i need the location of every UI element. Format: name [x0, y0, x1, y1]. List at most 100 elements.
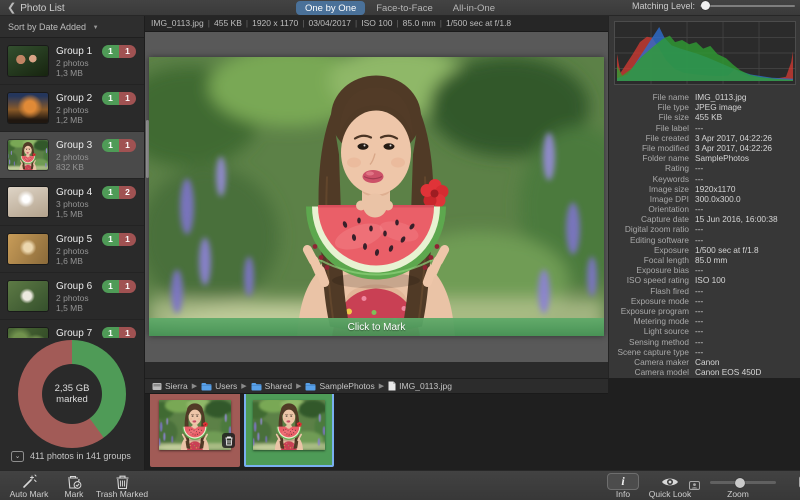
info-row: File type JPEG image [609, 102, 800, 112]
info-field-label: File size [658, 112, 689, 123]
info-field-value: --- [695, 122, 704, 133]
info-field-value: --- [695, 265, 704, 276]
info-row: File created 3 Apr 2017, 04:22:26 [609, 133, 800, 143]
info-field-value: 3 Apr 2017, 04:22:26 [695, 142, 773, 153]
info-field-value: --- [695, 224, 704, 235]
group-name: Group 6 [56, 281, 93, 292]
info-field-label: Camera model [634, 367, 689, 378]
breadcrumb-item-samplephotos[interactable]: SamplePhotos [305, 381, 375, 391]
back-button[interactable]: ❮ Photo List [7, 1, 65, 15]
info-field-label: Light source [643, 326, 689, 337]
meta-separator: | [245, 18, 249, 28]
trash-marked-label: Trash Marked [95, 489, 149, 499]
meta-item: 1/500 sec at f/1.8 [445, 18, 512, 28]
breadcrumb-item-sierra[interactable]: Sierra [152, 381, 188, 391]
group-badge: 12 [102, 186, 136, 199]
kept-count: 1 [102, 186, 119, 199]
info-button[interactable]: i Info [606, 473, 640, 499]
eye-icon [661, 473, 679, 490]
group-size: 1,3 MB [56, 68, 83, 78]
click-to-mark-bar[interactable]: Click to Mark [149, 318, 604, 336]
group-row-7[interactable]: Group 72 photos11 [0, 320, 144, 338]
group-photo-count: 2 photos [56, 293, 89, 303]
group-thumbnail [8, 234, 48, 264]
zoom-slider-knob[interactable] [734, 477, 745, 488]
file-path-breadcrumb: Sierra ▶ Users ▶ Shared ▶ SamplePhotos ▶ IMG_011… [145, 378, 608, 394]
tab-face-to-face[interactable]: Face-to-Face [367, 1, 442, 15]
kept-count: 1 [102, 280, 119, 293]
marked-count: 1 [119, 92, 136, 105]
group-badge: 11 [102, 280, 136, 293]
info-row: Exposure mode --- [609, 296, 800, 306]
info-field-value: --- [695, 326, 704, 337]
thumbnail-marked[interactable] [150, 383, 240, 467]
auto-mark-button[interactable]: Auto Mark [6, 473, 52, 499]
group-size: 1,2 MB [56, 115, 83, 125]
trash-marked-button[interactable]: Trash Marked [94, 473, 150, 499]
quick-look-button[interactable]: Quick Look [646, 473, 694, 499]
info-field-label: Camera maker [634, 356, 689, 367]
group-row-3[interactable]: Group 32 photos 832 KB 1 1 [0, 132, 144, 179]
group-photo-count: 3 photos [56, 199, 89, 209]
group-badge: 11 [102, 139, 136, 152]
info-field-label: Exposure program [620, 305, 689, 316]
breadcrumb-label: Shared [264, 381, 293, 391]
group-row-2[interactable]: Group 22 photos 1,2 MB 1 1 [0, 85, 144, 132]
collapse-chart-icon[interactable]: ⌄ [11, 451, 24, 462]
sort-dropdown[interactable]: Sort by Date Added ▼ [0, 16, 144, 38]
group-name: Group 2 [56, 93, 93, 104]
info-field-label: File type [657, 102, 689, 113]
marked-count: 1 [119, 139, 136, 152]
thumbnail-kept-selected[interactable] [244, 383, 334, 467]
zoom-control: Zoom [689, 473, 800, 499]
breadcrumb-separator: ▶ [241, 383, 247, 390]
info-row: Scene capture type --- [609, 347, 800, 357]
info-row: Sensing method --- [609, 337, 800, 347]
group-photo-count: 2 photos [56, 246, 89, 256]
tab-all-in-one[interactable]: All-in-One [444, 1, 504, 15]
group-badge: 11 [102, 327, 136, 338]
group-thumbnail [8, 93, 48, 123]
mark-button[interactable]: Mark [56, 473, 92, 499]
main-photo[interactable] [149, 57, 604, 336]
breadcrumb-item-users[interactable]: Users [201, 381, 237, 391]
info-panel: File name IMG_0113.jpg File type JPEG image… [608, 16, 800, 378]
marked-donut-chart: 2,35 GB marked [18, 340, 126, 448]
title-bar: ❮ Photo List One by One Face-to-Face All-i… [0, 0, 800, 16]
group-row-6[interactable]: Group 62 photos 1,5 MB 1 1 [0, 273, 144, 320]
marked-stats-donut-area: 2,35 GB marked [0, 338, 144, 450]
donut-caption: marked [56, 394, 88, 405]
group-row-5[interactable]: Group 52 photos 1,6 MB 1 1 [0, 226, 144, 273]
info-row: File modified 3 Apr 2017, 04:22:26 [609, 143, 800, 153]
info-field-label: Rating [665, 163, 689, 174]
info-field-label: Folder name [642, 153, 689, 164]
info-field-value: 300.0x300.0 [695, 193, 741, 204]
info-field-label: Digital zoom ratio [624, 224, 689, 235]
thumbnail-image [159, 400, 231, 450]
info-field-label: Sensing method [629, 336, 689, 347]
zoom-slider[interactable] [710, 477, 776, 488]
matching-level-knob[interactable] [700, 1, 710, 10]
info-field-value: 85.0 mm [695, 255, 728, 265]
info-field-value: --- [695, 295, 704, 306]
info-field-value: JPEG image [695, 102, 742, 113]
group-row-4[interactable]: Group 43 photos 1,5 MB 1 2 [0, 179, 144, 226]
matching-level-slider[interactable] [700, 1, 795, 10]
small-thumbnail-icon [689, 477, 700, 495]
kept-count: 1 [102, 139, 119, 152]
group-row-1[interactable]: Group 12 photos 1,3 MB 1 1 [0, 38, 144, 85]
tab-one-by-one[interactable]: One by One [296, 1, 366, 15]
info-field-value: --- [695, 173, 704, 184]
group-size: 1,6 MB [56, 256, 83, 266]
marked-count: 1 [119, 327, 136, 338]
info-row: Orientation --- [609, 204, 800, 214]
info-field-value: 455 KB [695, 112, 723, 123]
meta-separator: | [207, 18, 210, 28]
meta-separator: | [355, 18, 358, 28]
marked-count: 1 [119, 45, 136, 58]
group-badge: 11 [102, 233, 136, 246]
breadcrumb-item-img-0113-jpg[interactable]: IMG_0113.jpg [388, 381, 452, 391]
trash-badge-icon [222, 433, 235, 448]
breadcrumb-item-shared[interactable]: Shared [251, 381, 292, 391]
info-field-label: Image size [648, 183, 689, 194]
